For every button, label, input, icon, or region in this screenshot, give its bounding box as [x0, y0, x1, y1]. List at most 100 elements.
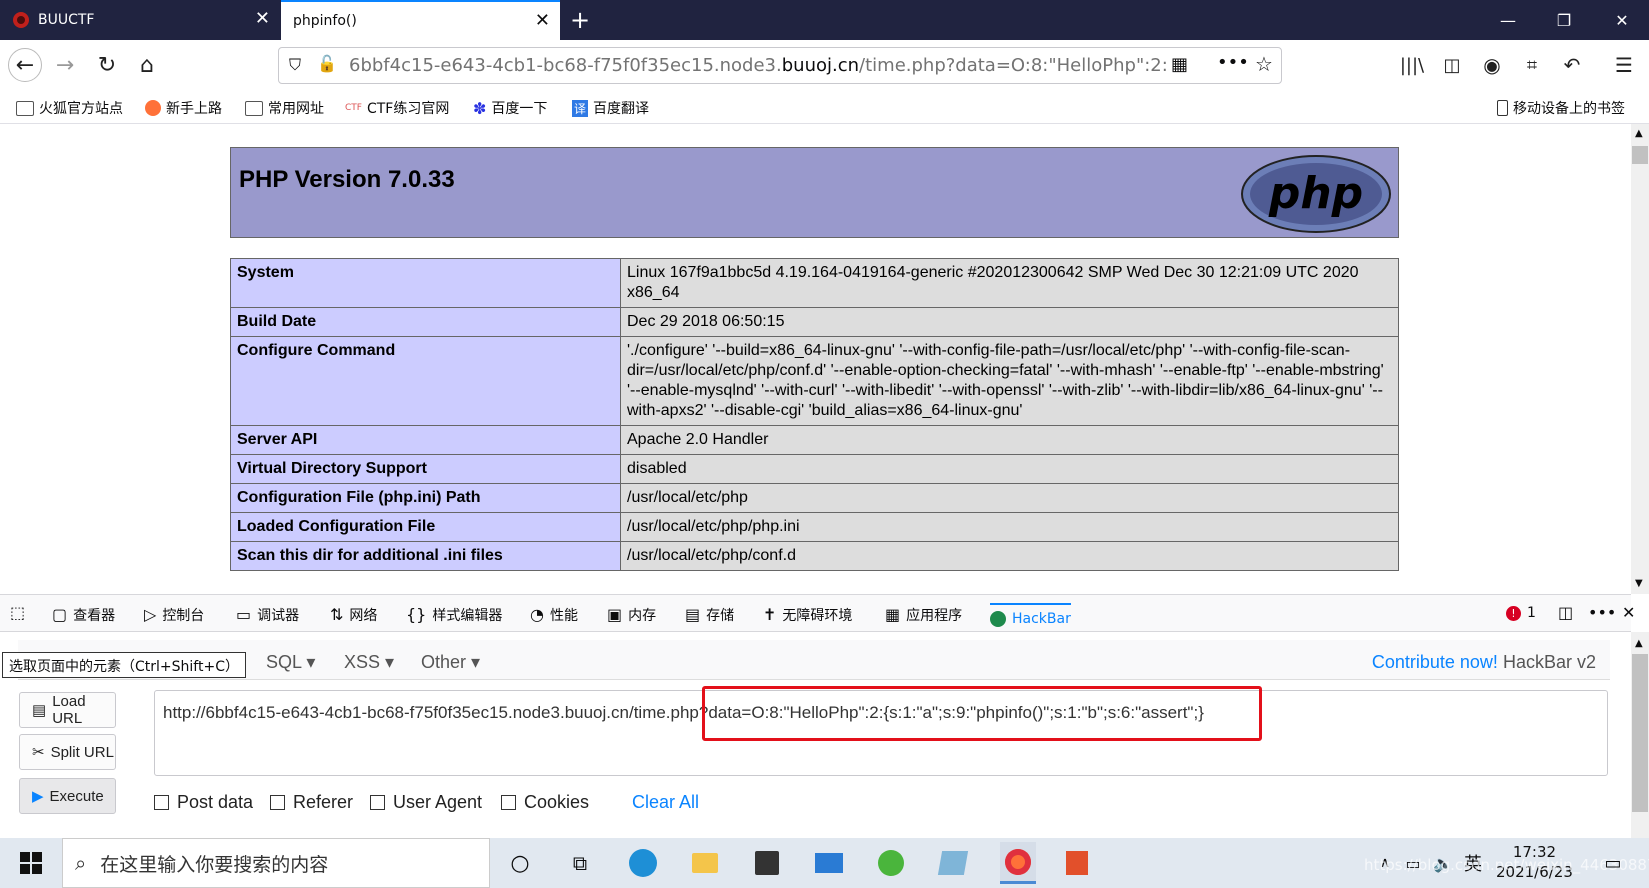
shield-icon[interactable]: ⛉ — [289, 55, 301, 75]
notification-icon[interactable]: ▭ — [1598, 848, 1628, 878]
info-value: disabled — [620, 454, 1399, 484]
ctf-favicon-icon: CTF — [345, 103, 362, 113]
task-view-icon[interactable]: ⧉ — [565, 848, 595, 878]
console-icon: ▷ — [144, 605, 157, 624]
post-data-checkbox[interactable]: Post data — [154, 792, 253, 813]
screenshot-crop-icon[interactable]: ⌗ — [1515, 48, 1549, 82]
tab-inspector[interactable]: ▢ 查看器 — [52, 605, 115, 625]
navigation-toolbar: ← → ↻ ⌂ ⛉ 🔓 6bbf4c15-e643-4cb1-bc68-f75f… — [0, 40, 1649, 92]
php-logo-text: php — [1268, 168, 1363, 219]
insecure-lock-icon[interactable]: 🔓 — [317, 54, 337, 73]
notepad-app-icon[interactable] — [937, 848, 969, 878]
hackbar-scrollbar[interactable]: ▲ — [1631, 632, 1649, 838]
tab-memory[interactable]: ▣ 内存 — [607, 605, 656, 625]
page-scrollbar[interactable]: ▲ ▼ — [1631, 124, 1649, 594]
load-url-button[interactable]: ▤ Load URL — [19, 692, 116, 728]
user-agent-checkbox[interactable]: User Agent — [370, 792, 482, 813]
tab-title: phpinfo() — [293, 13, 357, 29]
load-url-icon: ▤ — [32, 702, 47, 719]
web-page: PHP Version 7.0.33 php System Linux 167f9… — [0, 124, 1631, 594]
minimize-icon[interactable]: — — [1485, 0, 1531, 40]
cookies-checkbox[interactable]: Cookies — [501, 792, 589, 813]
reload-icon[interactable]: ↻ — [90, 48, 124, 82]
tab-buuctf[interactable]: BUUCTF ✕ — [0, 0, 280, 40]
taskbar-search[interactable]: ⌕ 在这里输入你要搜索的内容 — [62, 838, 490, 888]
bookmark-ctf[interactable]: CTF CTF练习官网 — [345, 98, 449, 118]
bookmark-baidu-translate[interactable]: 译百度翻译 — [572, 98, 649, 118]
mail-icon[interactable] — [814, 848, 844, 878]
menu-xss[interactable]: XSS ▾ — [344, 652, 394, 673]
tab-debugger[interactable]: ▭ 调试器 — [236, 605, 299, 625]
split-url-button[interactable]: ✂ Split URL — [19, 734, 116, 770]
checkbox-box[interactable] — [501, 795, 516, 810]
tab-hackbar[interactable]: HackBar — [990, 603, 1071, 631]
clear-all-link[interactable]: Clear All — [632, 792, 699, 813]
scrollbar-thumb[interactable] — [1632, 654, 1648, 812]
url-text[interactable]: 6bbf4c15-e643-4cb1-bc68-f75f0f35ec15.nod… — [349, 55, 1169, 76]
close-window-icon[interactable]: ✕ — [1599, 0, 1645, 40]
file-explorer-icon[interactable] — [690, 848, 720, 878]
scrollbar-thumb[interactable] — [1632, 146, 1648, 164]
tab-application[interactable]: ▦ 应用程序 — [885, 605, 962, 625]
close-tab-icon[interactable]: ✕ — [255, 10, 270, 28]
checkbox-box[interactable] — [154, 795, 169, 810]
info-row: Configure Command './configure' '--build=… — [230, 336, 1399, 426]
bookmark-folder-common[interactable]: 常用网址 — [245, 98, 324, 118]
bookmark-folder-firefox[interactable]: 火狐官方站点 — [16, 98, 123, 118]
mobile-bookmarks[interactable]: 移动设备上的书签 — [1497, 98, 1625, 118]
account-icon[interactable]: ◉ — [1475, 48, 1509, 82]
home-icon[interactable]: ⌂ — [130, 48, 164, 82]
bookmark-baidu[interactable]: ✽ 百度一下 — [473, 98, 547, 118]
tab-style-editor[interactable]: {} 样式编辑器 — [406, 605, 502, 625]
qr-code-icon[interactable]: ▦ — [1171, 54, 1188, 75]
play-icon: ▶ — [32, 788, 44, 805]
close-tab-icon[interactable]: ✕ — [535, 12, 550, 30]
execute-button[interactable]: ▶ Execute — [19, 778, 116, 814]
page-actions-icon[interactable]: ••• — [1217, 52, 1249, 73]
info-key: System — [230, 258, 621, 308]
checkbox-box[interactable] — [270, 795, 285, 810]
new-tab-plus-icon[interactable]: + — [570, 6, 590, 34]
contribute-link[interactable]: Contribute now! HackBar v2 — [1372, 652, 1596, 673]
store-icon[interactable] — [752, 848, 782, 878]
translate-icon: 译 — [572, 99, 589, 117]
error-counter[interactable]: ! 1 — [1506, 605, 1536, 621]
edge-icon[interactable] — [628, 848, 658, 878]
dock-side-icon[interactable]: ◫ — [1558, 605, 1573, 621]
menu-icon[interactable]: ☰ — [1607, 48, 1641, 82]
checkbox-box[interactable] — [370, 795, 385, 810]
devtools-toolbar: ⬚ ▢ 查看器 ▷ 控制台 ▭ 调试器 ⇅ 网络 {} 样式编辑器 ◔ 性能 ▣ 内存 ▤ 存储… — [0, 594, 1635, 632]
sidebar-icon[interactable]: ◫ — [1435, 48, 1469, 82]
windows-start-icon[interactable] — [16, 848, 46, 878]
firefox-taskbar-icon[interactable] — [1000, 842, 1036, 884]
scroll-up-icon[interactable]: ▲ — [1635, 128, 1643, 139]
pick-element-icon[interactable]: ⬚ — [10, 605, 25, 621]
scroll-up-icon[interactable]: ▲ — [1635, 638, 1643, 649]
tab-phpinfo[interactable]: phpinfo() ✕ — [281, 0, 560, 40]
tab-performance[interactable]: ◔ 性能 — [530, 605, 578, 625]
undo-icon[interactable]: ↶ — [1555, 48, 1589, 82]
info-row: System Linux 167f9a1bbc5d 4.19.164-041916… — [230, 258, 1399, 308]
cortana-icon[interactable]: ○ — [505, 848, 535, 878]
app-orange-icon[interactable] — [1062, 848, 1092, 878]
menu-sql[interactable]: SQL ▾ — [266, 652, 315, 673]
forward-arrow-icon[interactable]: → — [48, 48, 82, 82]
tab-storage[interactable]: ▤ 存储 — [685, 605, 734, 625]
restore-icon[interactable]: ❐ — [1541, 0, 1587, 40]
tab-accessibility[interactable]: ✝ 无障碍环境 — [763, 605, 852, 625]
referer-checkbox[interactable]: Referer — [270, 792, 353, 813]
menu-other[interactable]: Other ▾ — [421, 652, 480, 673]
tab-console[interactable]: ▷ 控制台 — [144, 605, 204, 625]
library-icon[interactable]: |||\ — [1395, 48, 1429, 82]
back-arrow-icon[interactable]: ← — [8, 48, 42, 82]
scroll-down-icon[interactable]: ▼ — [1635, 578, 1643, 589]
memory-icon: ▣ — [607, 605, 623, 624]
devtools-menu-icon[interactable]: ••• — [1588, 605, 1616, 621]
bookmark-star-icon[interactable]: ☆ — [1255, 52, 1273, 76]
browser-e-icon[interactable] — [876, 848, 906, 878]
tab-network[interactable]: ⇅ 网络 — [330, 605, 377, 625]
close-devtools-icon[interactable]: ✕ — [1622, 605, 1635, 621]
address-bar[interactable]: ⛉ 🔓 6bbf4c15-e643-4cb1-bc68-f75f0f35ec15… — [278, 47, 1282, 84]
tab-title: BUUCTF — [38, 12, 95, 28]
bookmark-getting-started[interactable]: 新手上路 — [145, 98, 222, 118]
